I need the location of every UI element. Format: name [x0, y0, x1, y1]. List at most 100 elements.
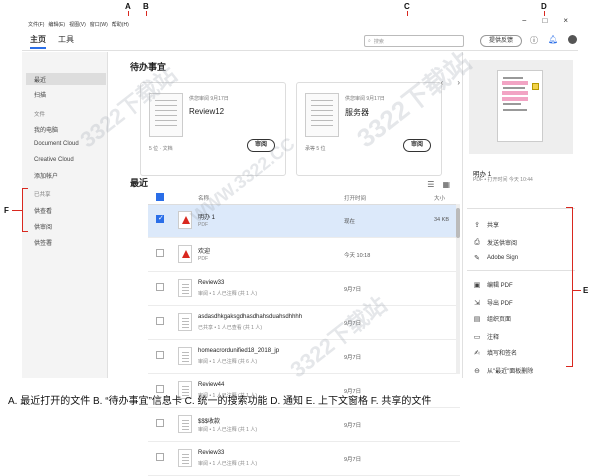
- menu-view[interactable]: 视图(V): [69, 21, 86, 28]
- column-size[interactable]: 大小: [434, 194, 445, 202]
- notification-bell-icon[interactable]: 🔔︎: [548, 35, 558, 46]
- agenda-title: 待办事宜: [130, 62, 167, 72]
- minimize-button[interactable]: −: [522, 16, 527, 25]
- send-review-icon: ⎙: [474, 238, 480, 246]
- menu-window[interactable]: 窗口(W): [90, 21, 108, 28]
- main-tabs: 主页 工具: [30, 34, 74, 49]
- view-toggle: ☰ ▦: [427, 180, 450, 189]
- row-checkbox[interactable]: [156, 283, 164, 291]
- grid-view-icon[interactable]: ▦: [442, 180, 450, 189]
- marker-e-line: [573, 290, 581, 291]
- maximize-button[interactable]: □: [542, 16, 547, 25]
- table-row[interactable]: Review33 审阅 • 1 人已注释 (共 1 人) 9月7日: [148, 443, 460, 476]
- help-icon[interactable]: ⓘ: [530, 35, 538, 46]
- file-subtitle: PDF: [198, 222, 208, 228]
- pdf-file-icon: [178, 211, 192, 229]
- row-checkbox[interactable]: [156, 214, 164, 223]
- file-opened-time: 9月7日: [344, 355, 362, 361]
- agenda-pager: ‹ ›: [441, 78, 460, 87]
- card-meta: 供您审阅 9月17日: [189, 96, 229, 102]
- list-view-icon[interactable]: ☰: [427, 180, 434, 189]
- review-button[interactable]: 审阅: [403, 139, 431, 152]
- card-meta: 供您审阅 9月17日: [345, 96, 385, 102]
- file-name: 欢迎: [198, 249, 211, 255]
- table-row[interactable]: asdasdhkgaksgdhasdhahsduahsdhhhh 已共享 • 1 …: [148, 307, 460, 340]
- tool-item[interactable]: ⊖ 从"最近"面板删除: [473, 366, 533, 376]
- tool-item[interactable]: ▣ 编辑 PDF: [473, 280, 513, 290]
- sidebar-item-recent[interactable]: 最近: [34, 75, 46, 84]
- sidebar-item-for-view[interactable]: 供查看: [34, 206, 52, 215]
- search-input[interactable]: ⌕ 搜索: [364, 35, 464, 47]
- sidebar-item-add-account[interactable]: 添加帐户: [34, 171, 58, 180]
- feedback-button[interactable]: 提供反馈: [480, 35, 522, 47]
- file-size: 34 KB: [434, 217, 449, 223]
- sidebar-item-document-cloud[interactable]: Document Cloud: [34, 141, 79, 147]
- table-row[interactable]: Review33 审阅 • 1 人已注释 (共 1 人) 9月7日: [148, 273, 460, 306]
- tool-label: 发送供审阅: [487, 241, 518, 247]
- next-arrow-icon[interactable]: ›: [457, 78, 460, 87]
- column-opened[interactable]: 打开时间: [344, 194, 366, 202]
- menu-help[interactable]: 帮助(H): [112, 21, 129, 28]
- recent-table-header: 名称 打开时间 大小: [148, 192, 460, 204]
- selected-file-detail: PDF • 打开时间 今天 10:44: [473, 177, 533, 183]
- marker-f-bracket: [22, 188, 23, 232]
- table-row[interactable]: 欢迎 PDF 今天 10:18: [148, 239, 460, 272]
- agenda-card[interactable]: 供您审阅 9月17日 服务器 承等 5 位 审阅: [296, 82, 442, 176]
- sidebar-item-scan[interactable]: 扫描: [34, 90, 46, 99]
- menu-file[interactable]: 文件(F): [28, 21, 44, 28]
- tool-item[interactable]: ✍ 填写和签名: [473, 348, 517, 358]
- marker-a: A: [125, 2, 131, 11]
- document-file-icon: [178, 279, 192, 297]
- row-checkbox[interactable]: [156, 317, 164, 325]
- sticky-note-icon: [532, 83, 539, 90]
- row-checkbox[interactable]: [156, 351, 164, 359]
- file-opened-time: 9月7日: [344, 321, 362, 327]
- marker-f-tick-top: [22, 188, 28, 189]
- sidebar-group-files: 文件: [34, 112, 46, 118]
- pdf-file-icon: [178, 245, 192, 263]
- acrobat-window: 文件(F) 编辑(E) 视图(V) 窗口(W) 帮助(H) − □ × 主页 工…: [22, 16, 578, 476]
- select-all-checkbox[interactable]: [156, 193, 164, 201]
- sidebar-item-creative-cloud[interactable]: Creative Cloud: [34, 157, 74, 163]
- row-checkbox[interactable]: [156, 453, 164, 461]
- tool-label: Adobe Sign: [487, 255, 519, 261]
- avatar[interactable]: [568, 35, 578, 44]
- row-checkbox[interactable]: [156, 249, 164, 257]
- table-row[interactable]: 明办 1PDF 现在 34 KB: [148, 205, 460, 238]
- sidebar-item-for-sign[interactable]: 供签署: [34, 238, 52, 247]
- card-footer: 承等 5 位: [305, 146, 326, 152]
- sidebar-item-for-review[interactable]: 供审阅: [34, 222, 52, 231]
- marker-f-line: [12, 210, 22, 211]
- scrollbar[interactable]: [456, 204, 460, 374]
- left-sidebar: 最近 扫描 文件 我的电脑 Document Cloud Creative Cl…: [22, 52, 108, 378]
- document-file-icon: [178, 415, 192, 433]
- marker-e: E: [583, 286, 589, 295]
- file-opened-time: 现在: [344, 219, 356, 225]
- menu-bar: 文件(F) 编辑(E) 视图(V) 窗口(W) 帮助(H): [28, 21, 129, 28]
- card-title: 服务器: [345, 108, 369, 117]
- tool-item[interactable]: ✎ Adobe Sign: [473, 254, 518, 262]
- document-file-icon: [178, 347, 192, 365]
- sign-icon: ✎: [474, 255, 480, 262]
- review-button[interactable]: 审阅: [247, 139, 275, 152]
- column-name[interactable]: 名称: [198, 194, 209, 202]
- tab-tools[interactable]: 工具: [58, 34, 74, 49]
- header-divider: [22, 50, 578, 51]
- tab-home[interactable]: 主页: [30, 34, 46, 49]
- marker-c: C: [404, 2, 410, 11]
- row-checkbox[interactable]: [156, 419, 164, 427]
- tool-item[interactable]: ⎙ 发送供审阅: [473, 238, 518, 248]
- file-name: Review44: [198, 382, 225, 388]
- tool-item[interactable]: ⇪ 共享: [473, 220, 499, 230]
- agenda-card[interactable]: 供您审阅 9月17日 Review12 5 位 · 文档 审阅: [140, 82, 286, 176]
- table-row[interactable]: homeacrordunified18_2018_jp 审阅 • 1 人已注释 (…: [148, 341, 460, 374]
- tool-item[interactable]: ▤ 组织页面: [473, 314, 511, 324]
- marker-e-bracket: [572, 207, 573, 367]
- card-thumbnail: [149, 93, 183, 137]
- tool-item[interactable]: ⇲ 导出 PDF: [473, 298, 513, 308]
- menu-edit[interactable]: 编辑(E): [48, 21, 65, 28]
- share-icon: ⇪: [474, 221, 480, 229]
- tool-item[interactable]: ▭ 注释: [473, 332, 499, 342]
- close-button[interactable]: ×: [563, 16, 568, 25]
- sidebar-item-my-computer[interactable]: 我的电脑: [34, 125, 58, 134]
